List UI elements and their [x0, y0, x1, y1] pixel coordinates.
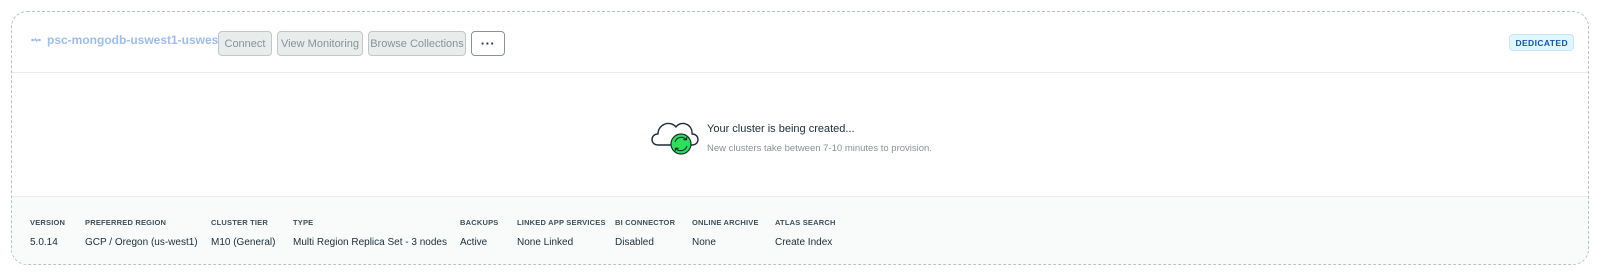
meta-value: Disabled: [615, 237, 654, 248]
meta-linked-app-services: LINKED APP SERVICES None Linked: [517, 218, 606, 248]
cloud-sync-icon: [651, 122, 699, 155]
meta-value: None Linked: [517, 237, 574, 248]
dedicated-badge: DEDICATED: [1509, 34, 1574, 51]
meta-value: M10 (General): [211, 237, 276, 248]
cluster-card-header: psc-mongodb-uswest1-uswest2 Connect View…: [12, 12, 1588, 73]
meta-value: Multi Region Replica Set - 3 nodes: [293, 237, 447, 248]
browse-collections-button[interactable]: Browse Collections: [368, 31, 466, 56]
meta-label: PREFERRED REGION: [85, 218, 167, 227]
meta-backups: BACKUPS Active: [460, 218, 499, 248]
meta-label: BACKUPS: [460, 218, 499, 227]
more-options-button[interactable]: ···: [471, 31, 505, 56]
cluster-card: psc-mongodb-uswest1-uswest2 Connect View…: [11, 11, 1589, 265]
cluster-creating-status: Your cluster is being created... New clu…: [648, 115, 1068, 165]
create-index-link[interactable]: Create Index: [775, 237, 836, 248]
meta-value: 5.0.14: [30, 237, 58, 248]
meta-online-archive: ONLINE ARCHIVE None: [692, 218, 759, 248]
meta-value: None: [692, 237, 716, 248]
meta-atlas-search: ATLAS SEARCH Create Index: [775, 218, 836, 248]
meta-label: VERSION: [30, 218, 66, 227]
cluster-name-text[interactable]: psc-mongodb-uswest1-uswest2: [47, 33, 229, 47]
meta-preferred-region: PREFERRED REGION GCP / Oregon (us-west1): [85, 218, 198, 248]
meta-label: LINKED APP SERVICES: [517, 218, 606, 227]
meta-value: GCP / Oregon (us-west1): [85, 237, 198, 248]
meta-bi-connector: BI CONNECTOR Disabled: [615, 218, 675, 248]
connect-button[interactable]: Connect: [218, 31, 272, 56]
view-monitoring-button[interactable]: View Monitoring: [277, 31, 363, 56]
meta-label: ATLAS SEARCH: [775, 218, 836, 227]
meta-cluster-tier: CLUSTER TIER M10 (General): [211, 218, 275, 248]
meta-version: VERSION 5.0.14: [30, 218, 65, 248]
meta-label: TYPE: [293, 218, 314, 227]
meta-label: ONLINE ARCHIVE: [692, 218, 759, 227]
creating-title: Your cluster is being created...: [707, 123, 855, 135]
meta-type: TYPE Multi Region Replica Set - 3 nodes: [293, 218, 447, 248]
creating-subtitle: New clusters take between 7-10 minutes t…: [707, 143, 932, 154]
cluster-icon: [31, 37, 41, 43]
meta-label: CLUSTER TIER: [211, 218, 268, 227]
meta-value: Active: [460, 237, 488, 248]
cluster-details-footer: VERSION 5.0.14 PREFERRED REGION GCP / Or…: [12, 196, 1588, 264]
cluster-name-link[interactable]: psc-mongodb-uswest1-uswest2: [31, 33, 229, 47]
meta-label: BI CONNECTOR: [615, 218, 676, 227]
